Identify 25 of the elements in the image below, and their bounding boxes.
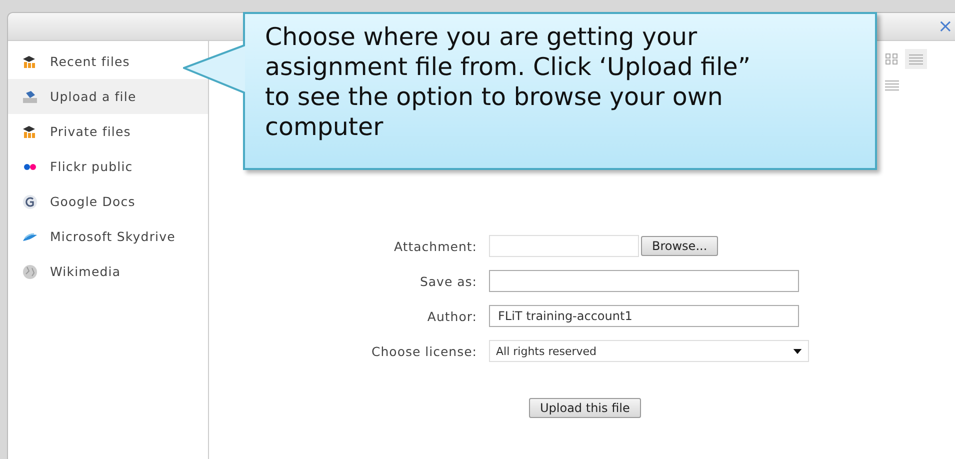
- license-dropdown[interactable]: All rights reserved: [489, 340, 809, 362]
- author-field[interactable]: FLiT training-account1: [489, 305, 799, 327]
- field-label: Save as:: [418, 274, 477, 288]
- attachment-field[interactable]: [489, 235, 639, 257]
- mortarboard-icon: [22, 54, 38, 70]
- inbox-icon: [22, 88, 38, 104]
- upload-button[interactable]: Upload this file: [529, 398, 641, 418]
- callout: Choose where you are getting your assignment file from. Click ‘Upload file” to see the option to browse your own computer: [243, 12, 877, 170]
- save-as-field[interactable]: [489, 270, 799, 292]
- field-label: Author:: [426, 308, 477, 324]
- browse-button[interactable]: Browse...: [641, 236, 718, 256]
- mortarboard-icon: [22, 124, 38, 140]
- sidebar-item[interactable]: Microsoft Skydrive: [8, 219, 208, 254]
- globe-icon: [22, 264, 38, 280]
- letter-icon: [22, 194, 38, 210]
- sidebar-item[interactable]: Flickr public: [8, 149, 208, 184]
- field-label: Attachment:: [393, 238, 477, 254]
- sidebar-item[interactable]: Google Docs: [8, 184, 208, 219]
- sidebar-item[interactable]: Wikimedia: [8, 254, 208, 289]
- field-label: Choose license:: [370, 344, 477, 358]
- sidebar-item[interactable]: Upload a file: [8, 79, 208, 114]
- caret-icon: [793, 348, 802, 354]
- callout-pointer: [183, 44, 245, 94]
- list-view-icon[interactable]: [905, 49, 927, 69]
- sidebar-item[interactable]: Private files: [8, 114, 208, 149]
